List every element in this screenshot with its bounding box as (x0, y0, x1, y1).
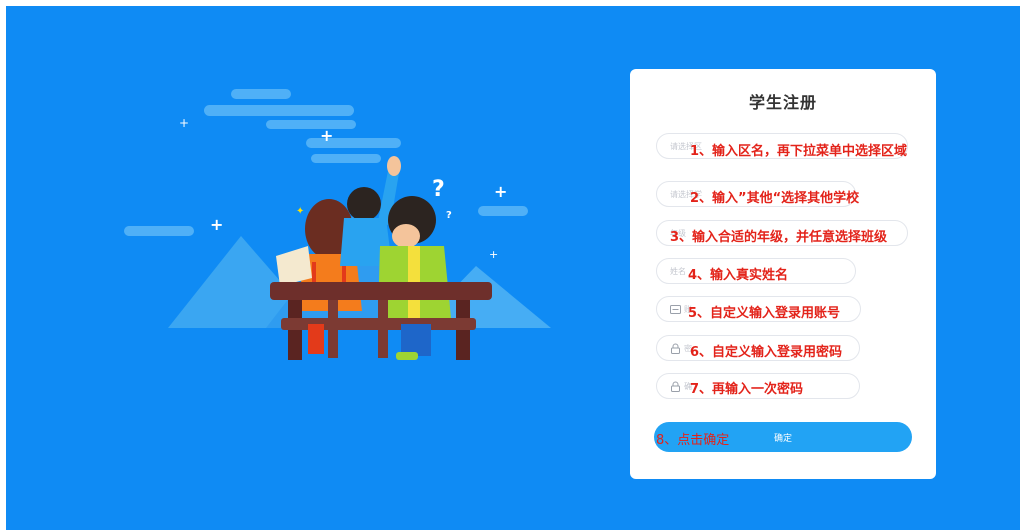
annotation-step-4: 4、输入真实姓名 (688, 268, 789, 283)
cloud (124, 226, 194, 236)
boy-hair (347, 187, 381, 221)
svg-text:+: + (489, 248, 498, 261)
annotation-step-5: 5、自定义输入登录用账号 (688, 306, 841, 321)
annotation-step-3: 3、输入合适的年级，并任意选择班级 (670, 230, 888, 245)
register-card: 学生注册 请选择区 1、输入区名，再下拉菜单中选择区域 请选择学 2、输入”其他… (630, 69, 936, 479)
form-title: 学生注册 (748, 93, 817, 112)
annotation-step-6: 6、自定义输入登录用密码 (690, 345, 843, 360)
cloud (311, 154, 381, 163)
lock-icon (671, 343, 680, 354)
svg-text:+: + (320, 126, 333, 145)
annotation-step-7: 7、再输入一次密码 (690, 382, 804, 397)
submit-button[interactable]: 8、点击确定 确定 (654, 422, 912, 452)
svg-text:+: + (179, 116, 189, 130)
id-card-icon (670, 305, 681, 314)
svg-text:?: ? (432, 177, 445, 202)
annotation-step-2: 2、输入”其他“选择其他学校 (690, 191, 860, 206)
annotation-step-1: 1、输入区名，再下拉菜单中选择区域 (690, 144, 908, 159)
annotation-step-8: 8、点击确定 (656, 433, 730, 448)
boy-legs (401, 324, 431, 356)
cloud (204, 105, 354, 116)
svg-text:+: + (494, 182, 507, 201)
submit-button-label: 确定 (774, 434, 793, 444)
students-illustration: + + + + + ✦ ? ? (124, 89, 551, 360)
name-placeholder: 姓名 (670, 267, 686, 276)
hand (387, 156, 401, 176)
svg-text:✦: ✦ (296, 206, 304, 217)
svg-text:+: + (210, 215, 223, 234)
page-background: + + + + + ✦ ? ? 学生注册 请选择区 1、输入区名，再下拉菜单中选… (6, 6, 1020, 530)
desk-top (270, 282, 492, 300)
cloud (266, 120, 356, 129)
lock-icon (671, 381, 680, 392)
cloud (478, 206, 528, 216)
cloud (231, 89, 291, 99)
svg-text:?: ? (446, 210, 452, 221)
girl-legs (308, 324, 324, 354)
